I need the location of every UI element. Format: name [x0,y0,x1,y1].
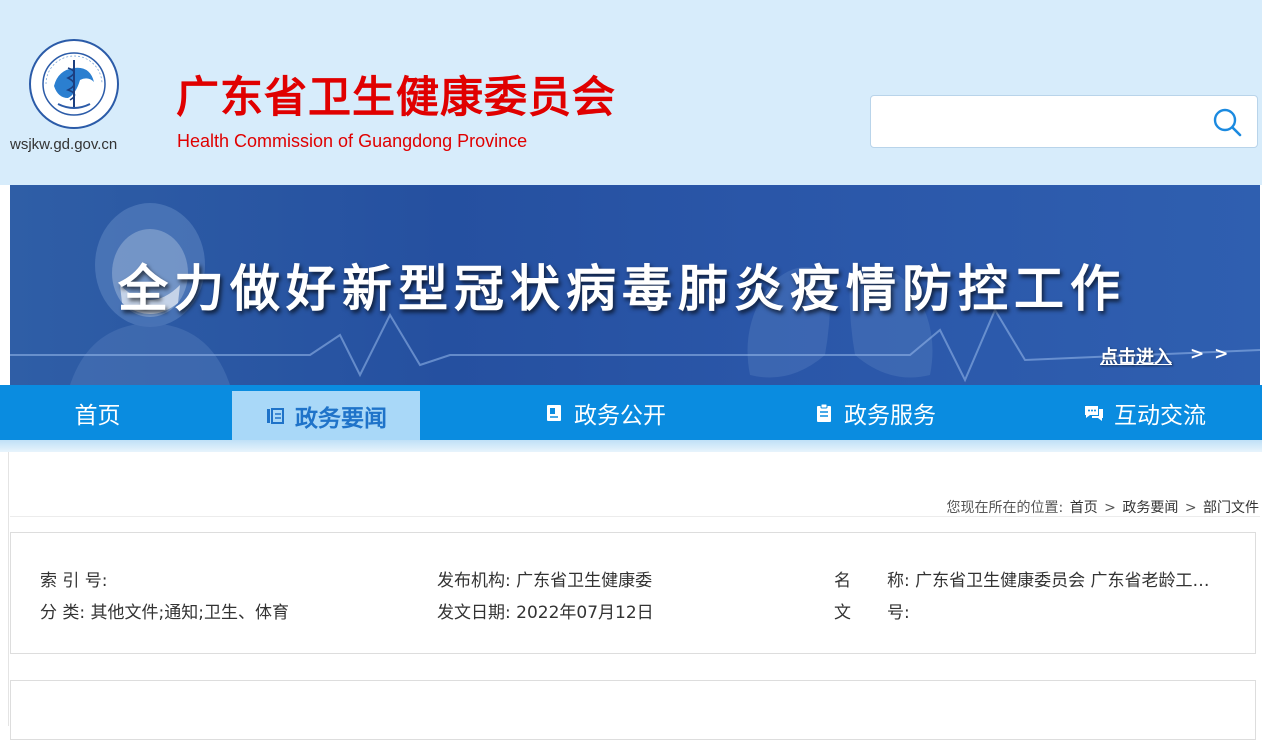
issue-date-value: 2022年07月12日 [516,603,654,623]
issue-date-field: 发文日期: 2022年07月12日 [437,598,654,623]
doc-name-field: 称: 广东省卫生健康委员会 广东省老龄工… [887,566,1210,591]
nav-item-home[interactable]: 首页 [0,385,195,440]
site-header: wsjkw.gd.gov.cn 广东省卫生健康委员会 Health Commis… [0,0,1262,185]
chat-icon [1085,405,1103,421]
document-icon [547,404,561,421]
nav-item-interaction[interactable]: 互动交流 [1065,385,1225,440]
site-subtitle: Health Commission of Guangdong Province [177,131,528,151]
doc-number-field: 号: [887,598,910,623]
breadcrumb: 您现在所在的位置: 首页 > 政务要闻 > 部门文件 [946,497,1260,517]
breadcrumb-item-department-docs[interactable]: 部门文件 [1203,500,1259,516]
breadcrumb-item-news[interactable]: 政务要闻 [1122,500,1178,516]
nav-item-label: 互动交流 [1114,402,1206,429]
banner-enter-link[interactable]: 点击进入 [1100,343,1172,369]
issuer-value: 广东省卫生健康委 [516,571,653,591]
search-box [870,95,1258,148]
nav-item-public-affairs[interactable]: 政务公开 [520,385,690,440]
banner-slogan: 全力做好新型冠状病毒肺炎疫情防控工作 [118,260,1126,318]
nav-item-label: 政务公开 [574,402,666,429]
breadcrumb-separator: > [1184,500,1197,516]
search-input[interactable] [881,104,1205,142]
issuer-label: 发布机构: [437,571,511,591]
nav-item-label: 首页 [74,402,121,429]
nav-item-label: 政务要闻 [295,405,387,432]
nav-item-news[interactable]: 政务要闻 [232,391,420,440]
site-domain: wsjkw.gd.gov.cn [10,136,118,153]
issuer-field: 发布机构: 广东省卫生健康委 [437,566,652,591]
banner-arrows[interactable]: > > [1190,344,1230,364]
doc-number-label-part2: 号: [887,603,910,623]
nav-item-label: 政务服务 [844,402,936,429]
news-icon [267,407,284,424]
category-value: 其他文件;通知;卫生、体育 [90,603,290,623]
category-field: 分 类: 其他文件;通知;卫生、体育 [40,598,289,623]
index-number-field: 索 引 号: [40,566,108,591]
nav-item-services[interactable]: 政务服务 [795,385,955,440]
doc-name-label-part1: 名 [834,571,851,591]
breadcrumb-item-home[interactable]: 首页 [1070,500,1098,516]
search-icon[interactable] [1211,106,1243,138]
index-number-label: 索 引 号: [40,571,108,591]
doc-name-value: 广东省卫生健康委员会 广东省老龄工… [915,571,1210,591]
doc-number-label-part1: 文 [834,603,851,623]
nav-divider [0,440,1262,452]
category-label: 分 类: [40,603,86,623]
document-body-box [10,680,1256,740]
document-meta-box: 索 引 号: 分 类: 其他文件;通知;卫生、体育 发布机构: 广东省卫生健康委… [10,532,1256,654]
site-title[interactable]: 广东省卫生健康委员会 [176,70,616,126]
epidemic-banner[interactable]: 全力做好新型冠状病毒肺炎疫情防控工作 点击进入 > > [10,185,1260,385]
breadcrumb-prefix: 您现在所在的位置: [946,500,1064,516]
breadcrumb-divider [10,516,1260,517]
doc-name-label-part2: 称: [887,571,910,591]
main-nav: 首页 政务要闻 政务公开 政务服务 互动交流 [0,385,1262,440]
clipboard-icon [817,403,831,422]
health-commission-emblem-icon[interactable] [28,38,120,130]
breadcrumb-separator: > [1104,500,1116,516]
issue-date-label: 发文日期: [437,603,511,623]
